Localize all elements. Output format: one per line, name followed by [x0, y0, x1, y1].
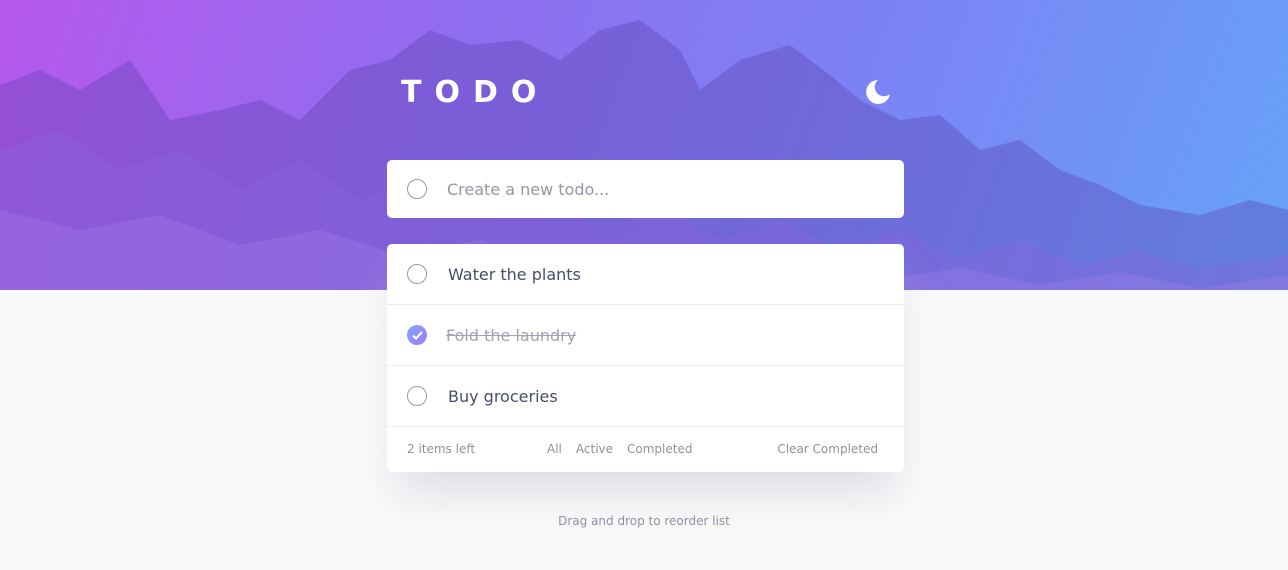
filter-group: All Active Completed	[547, 427, 692, 471]
new-todo-input[interactable]	[447, 179, 867, 199]
new-todo-check-circle[interactable]	[407, 179, 427, 199]
todo-text: Buy groceries	[448, 386, 558, 406]
todo-item[interactable]: Buy groceries	[387, 366, 904, 427]
todo-list: Water the plants Fold the laundry Buy gr…	[387, 244, 904, 472]
filter-all[interactable]: All	[547, 442, 562, 456]
filter-active[interactable]: Active	[576, 442, 613, 456]
items-left-count: 2 items left	[407, 442, 476, 456]
todo-item[interactable]: Fold the laundry	[387, 305, 904, 366]
new-todo-card	[387, 160, 904, 218]
app-title: TODO	[401, 74, 550, 110]
clear-completed-button[interactable]: Clear Completed	[777, 442, 878, 456]
checkmark-icon	[411, 330, 423, 340]
todo-item[interactable]: Water the plants	[387, 244, 904, 305]
app-header: TODO	[401, 72, 891, 112]
todo-text: Fold the laundry	[446, 325, 577, 345]
todo-footer: 2 items left All Active Completed Clear …	[387, 427, 904, 471]
filter-completed[interactable]: Completed	[627, 442, 692, 456]
todo-check-circle[interactable]	[407, 325, 427, 345]
todo-check-circle[interactable]	[407, 386, 427, 406]
todo-text: Water the plants	[448, 264, 581, 284]
reorder-hint: Drag and drop to reorder list	[558, 514, 730, 528]
moon-icon[interactable]	[865, 79, 891, 105]
todo-check-circle[interactable]	[407, 264, 427, 284]
